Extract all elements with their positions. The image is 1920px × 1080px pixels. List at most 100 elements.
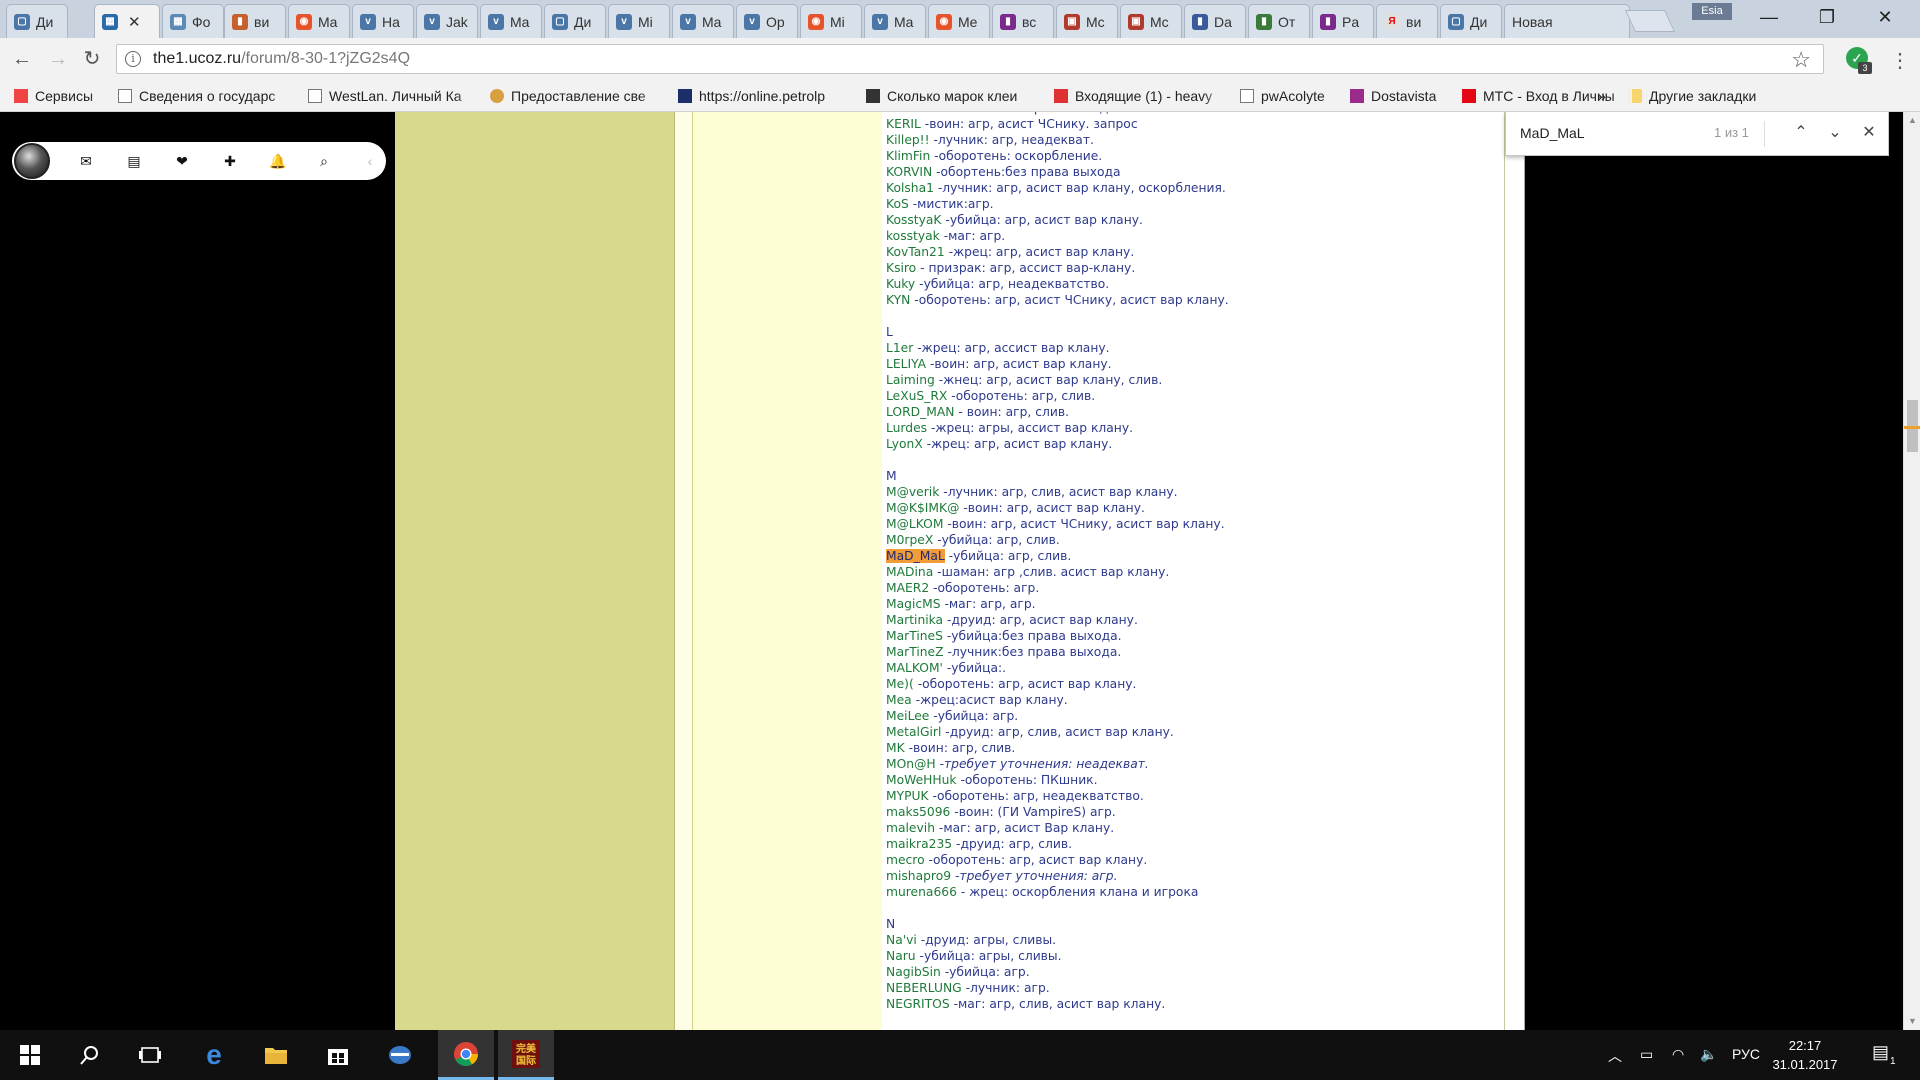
close-window-button[interactable]: ✕ bbox=[1862, 0, 1908, 34]
browser-tab[interactable]: ▮ От bbox=[1248, 4, 1310, 38]
bookmark-item[interactable]: Входящие (1) - heavy bbox=[1054, 86, 1224, 106]
find-close-button[interactable]: ✕ bbox=[1858, 122, 1880, 144]
browser-tab[interactable]: ▮ ви bbox=[224, 4, 286, 38]
browser-tab[interactable]: ▮ Da bbox=[1184, 4, 1246, 38]
browser-toolbar: ← → ↻ i the1.ucoz.ru/forum/8-30-1?jZG2s4… bbox=[0, 38, 1920, 80]
start-windows-icon[interactable] bbox=[6, 1030, 54, 1080]
blacklist-entry: M@verik -лучник: агр, слив, асист вар кл… bbox=[886, 484, 1229, 500]
bell-icon[interactable]: 🔔 bbox=[268, 151, 288, 171]
bookmark-item[interactable]: https://online.petrolp bbox=[678, 86, 850, 106]
search-icon[interactable]: ⌕ bbox=[314, 151, 334, 171]
scroll-up-arrow-icon[interactable]: ▲ bbox=[1904, 112, 1920, 129]
find-match-marker bbox=[1904, 426, 1920, 429]
blacklist-entry: KlimFin -оборотень: оскорбление. bbox=[886, 148, 1229, 164]
browser-tab[interactable]: v Ma bbox=[864, 4, 926, 38]
tab-favicon-icon: Я bbox=[1384, 13, 1400, 30]
bookmark-item[interactable]: WestLan. Личный Ка bbox=[308, 86, 476, 106]
bookmark-item[interactable]: Dostavista bbox=[1350, 86, 1454, 106]
tab-close-icon[interactable]: ✕ bbox=[128, 13, 141, 31]
entry-reason: -оборотень: агр, асист вар клану. bbox=[924, 853, 1148, 867]
bookmark-label: МТС - Вход в Личны bbox=[1483, 88, 1615, 104]
wifi-icon[interactable]: ◠ bbox=[1672, 1046, 1684, 1063]
entry-reason: - жрец: оскорбления клана и игрока bbox=[956, 885, 1199, 899]
browser-menu-icon[interactable]: ⋮ bbox=[1890, 48, 1910, 73]
input-language[interactable]: РУС bbox=[1732, 1046, 1760, 1062]
reload-button[interactable]: ↻ bbox=[80, 47, 104, 71]
file-explorer-icon[interactable] bbox=[252, 1030, 300, 1080]
store-icon[interactable] bbox=[314, 1030, 362, 1080]
maximize-button[interactable]: ❐ bbox=[1804, 0, 1850, 34]
page-scrollbar[interactable]: ▲ ▼ bbox=[1903, 112, 1920, 1030]
browser-tab[interactable]: ▢ Ди bbox=[6, 4, 68, 38]
find-input[interactable]: MaD_MaL bbox=[1520, 125, 1585, 141]
browser-tab[interactable]: ▣ Mc bbox=[1120, 4, 1182, 38]
volume-icon[interactable]: 🔈 bbox=[1700, 1046, 1717, 1063]
tab-strip: Новая ▢ Ди Яви ▮ Pa ▮ От ▮ Da ▣ Mc ▣ Mc ▮ вс ◉ Me v Ma ◉ Mi v O… bbox=[0, 0, 1920, 38]
collapse-icon[interactable]: ‹ bbox=[360, 151, 380, 171]
browser-tab[interactable]: Новая bbox=[1504, 4, 1630, 38]
browser-tab[interactable]: ◉ Mi bbox=[800, 4, 862, 38]
chrome-icon[interactable] bbox=[438, 1030, 494, 1080]
browser-tab[interactable]: v Mi bbox=[608, 4, 670, 38]
blacklist-entry: NEBERLUNG -лучник: агр. bbox=[886, 980, 1229, 996]
action-center-icon[interactable]: ▤ bbox=[1872, 1042, 1889, 1063]
entry-reason: -жрец: агр, асист вар клану. bbox=[944, 245, 1135, 259]
blacklist-entry: maikra235 -друид: агр, слив. bbox=[886, 836, 1229, 852]
browser-tab[interactable]: v Op bbox=[736, 4, 798, 38]
task-view-icon[interactable] bbox=[126, 1030, 174, 1080]
browser-tab[interactable]: ▦ ✕ bbox=[94, 4, 160, 38]
bookmark-item[interactable]: pwAcolyte bbox=[1240, 86, 1342, 106]
browser-tab[interactable]: ▮ Pa bbox=[1312, 4, 1374, 38]
find-prev-button[interactable]: ⌃ bbox=[1790, 122, 1812, 144]
browser-tab[interactable]: ▮ вс bbox=[992, 4, 1054, 38]
tab-title: Me bbox=[958, 13, 978, 30]
notes-icon[interactable]: ▤ bbox=[124, 151, 144, 171]
other-bookmarks-folder[interactable]: Другие закладки bbox=[1628, 86, 1756, 106]
mail-icon[interactable]: ✉ bbox=[76, 151, 96, 171]
perfect-world-game-icon[interactable]: 完美 国际 bbox=[498, 1030, 554, 1080]
browser-tab[interactable]: ▢ Ди bbox=[1440, 4, 1502, 38]
scroll-down-arrow-icon[interactable]: ▼ bbox=[1904, 1013, 1920, 1030]
address-bar[interactable]: i the1.ucoz.ru/forum/8-30-1?jZG2s4Q ☆ bbox=[116, 44, 1824, 74]
browser-tab[interactable]: ▣ Mc bbox=[1056, 4, 1118, 38]
browser-tab[interactable]: v Ma bbox=[480, 4, 542, 38]
new-tab-button[interactable] bbox=[1624, 10, 1676, 32]
browser-tab[interactable]: ◉ Ma bbox=[288, 4, 350, 38]
tab-title: Jak bbox=[446, 13, 468, 30]
browser-tab[interactable]: ◉ Me bbox=[928, 4, 990, 38]
bookmark-item[interactable]: Предоставление све bbox=[490, 86, 660, 106]
search-icon[interactable] bbox=[66, 1030, 114, 1080]
system-clock[interactable]: 22:17 31.01.2017 bbox=[1760, 1036, 1850, 1074]
minimize-button[interactable]: — bbox=[1746, 0, 1792, 34]
info-icon[interactable]: i bbox=[125, 51, 141, 67]
show-hidden-icons-icon[interactable]: ︿ bbox=[1608, 1046, 1622, 1066]
blacklist-entry: MeiLee -убийца: агр. bbox=[886, 708, 1229, 724]
battery-icon[interactable]: ▭ bbox=[1640, 1046, 1653, 1063]
blacklist-entry: KoS -мистик:агр. bbox=[886, 196, 1229, 212]
chat-icon[interactable]: ❤ bbox=[172, 151, 192, 171]
bookmark-item[interactable]: Сколько марок клеи bbox=[866, 86, 1036, 106]
browser-tab[interactable]: ▢ Ди bbox=[544, 4, 606, 38]
bookmark-item[interactable]: Сведения о государс bbox=[118, 86, 290, 106]
forward-button[interactable]: → bbox=[46, 47, 70, 71]
network-app-icon[interactable] bbox=[376, 1030, 424, 1080]
browser-tab[interactable]: v На bbox=[352, 4, 414, 38]
profile-button[interactable]: Esia bbox=[1692, 3, 1732, 20]
edge-browser-icon[interactable]: e bbox=[190, 1030, 238, 1080]
bookmark-star-icon[interactable]: ☆ bbox=[1791, 47, 1811, 73]
player-nick: LELIYA bbox=[886, 357, 927, 371]
avatar[interactable] bbox=[14, 143, 50, 179]
entry-reason: -оборотень: агр, асист ЧСнику, асист вар… bbox=[910, 293, 1229, 307]
back-button[interactable]: ← bbox=[10, 47, 34, 71]
find-next-button[interactable]: ⌄ bbox=[1824, 122, 1846, 144]
browser-tab[interactable]: v Ma bbox=[672, 4, 734, 38]
browser-tab[interactable]: v Jak bbox=[416, 4, 478, 38]
add-icon[interactable]: ✚ bbox=[220, 151, 240, 171]
bookmark-item[interactable]: МТС - Вход в Личны bbox=[1462, 86, 1632, 106]
blacklist-entry: MAER2 -оборотень: агр. bbox=[886, 580, 1229, 596]
entry-reason: - воин: агр, слив. bbox=[954, 405, 1069, 419]
browser-tab[interactable]: ▦ Фо bbox=[162, 4, 224, 38]
bookmark-item[interactable]: Сервисы bbox=[14, 86, 110, 106]
browser-tab[interactable]: Яви bbox=[1376, 4, 1438, 38]
